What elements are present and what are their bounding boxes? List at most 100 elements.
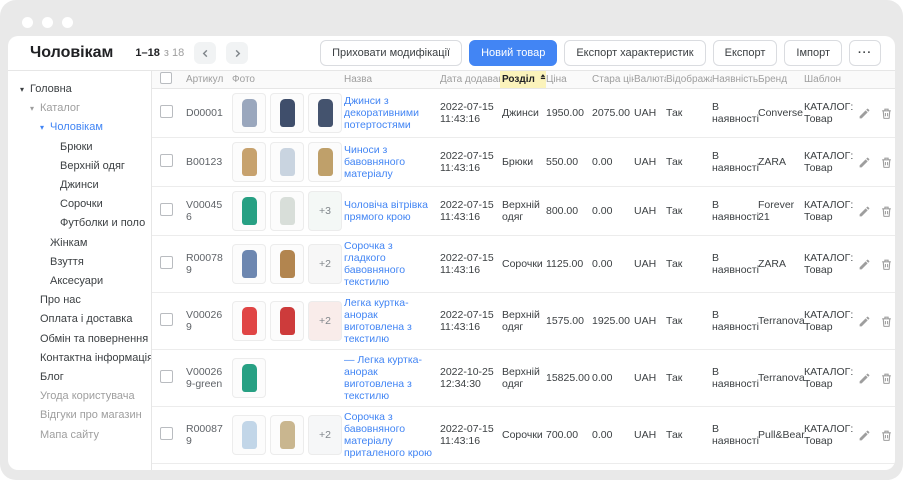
more-photos-badge[interactable]: +2 bbox=[308, 415, 342, 455]
sidebar-item[interactable]: Взуття bbox=[8, 253, 151, 272]
product-photo[interactable] bbox=[232, 415, 266, 455]
product-name-link[interactable]: — Легка куртка-анорак виготовлена з текс… bbox=[344, 350, 440, 406]
sidebar-item[interactable]: Сорочки bbox=[8, 195, 151, 214]
column-header-section-label: Розділ bbox=[502, 74, 535, 85]
product-name-link[interactable]: Сорочка з гладкого бавовняного текстилю bbox=[344, 236, 440, 292]
product-photo[interactable] bbox=[232, 93, 266, 133]
column-header-brand[interactable]: Бренд bbox=[758, 74, 804, 85]
window-control-dot[interactable] bbox=[42, 17, 53, 28]
table-row: V000269 +2 Легка куртка-анорак виготовле… bbox=[152, 293, 895, 350]
export-characteristics-button[interactable]: Експорт характеристик bbox=[564, 40, 705, 66]
prev-page-button[interactable] bbox=[194, 42, 216, 64]
sidebar-item[interactable]: Джинси bbox=[8, 176, 151, 195]
column-header-name[interactable]: Назва bbox=[344, 74, 440, 85]
product-photo[interactable] bbox=[308, 142, 342, 182]
template-cell: КАТАЛОГ: Товар bbox=[804, 195, 856, 227]
import-button[interactable]: Імпорт bbox=[784, 40, 842, 66]
edit-button[interactable] bbox=[858, 156, 871, 169]
template-cell: КАТАЛОГ: Товар bbox=[804, 146, 856, 178]
sidebar-item[interactable]: Угода користувача bbox=[8, 387, 151, 406]
product-name-link[interactable]: Чоловіча вітрівка прямого крою bbox=[344, 195, 440, 227]
delete-button[interactable] bbox=[880, 205, 893, 218]
product-photo[interactable] bbox=[270, 301, 304, 341]
delete-button[interactable] bbox=[880, 107, 893, 120]
delete-button[interactable] bbox=[880, 429, 893, 442]
product-photo[interactable] bbox=[270, 191, 304, 231]
product-photo[interactable] bbox=[270, 142, 304, 182]
column-header-date[interactable]: Дата додавання bbox=[440, 74, 502, 85]
product-photo[interactable] bbox=[270, 93, 304, 133]
select-all-cell bbox=[160, 72, 186, 87]
product-name-link[interactable]: Чиноси з бавовняного матеріалу bbox=[344, 140, 440, 184]
edit-button[interactable] bbox=[858, 315, 871, 328]
edit-button[interactable] bbox=[858, 429, 871, 442]
column-header-price[interactable]: Ціна bbox=[546, 74, 592, 85]
sidebar-item[interactable]: ▾ Чоловікам bbox=[8, 118, 151, 137]
column-header-template[interactable]: Шаблон bbox=[804, 74, 856, 85]
display-cell: Так bbox=[666, 311, 712, 331]
product-photo[interactable] bbox=[270, 415, 304, 455]
delete-button[interactable] bbox=[880, 258, 893, 271]
sidebar-item[interactable]: ▾ Головна bbox=[8, 80, 151, 99]
row-checkbox[interactable] bbox=[160, 105, 173, 118]
product-name-link[interactable]: Штани з бавовняного матеріалу прямого кр… bbox=[344, 464, 440, 470]
export-button[interactable]: Експорт bbox=[713, 40, 778, 66]
new-product-button[interactable]: Новий товар bbox=[469, 40, 557, 66]
product-name-link[interactable]: Сорочка з бавовняного матеріалу притален… bbox=[344, 407, 440, 463]
product-name-link[interactable]: Легка куртка-анорак виготовлена з тексти… bbox=[344, 293, 440, 349]
more-photos-badge[interactable]: +2 bbox=[308, 244, 342, 284]
row-checkbox[interactable] bbox=[160, 203, 173, 216]
row-checkbox[interactable] bbox=[160, 427, 173, 440]
sidebar-item[interactable]: Аксесуари bbox=[8, 272, 151, 291]
column-header-photo[interactable]: Фото bbox=[232, 74, 344, 85]
delete-button[interactable] bbox=[880, 372, 893, 385]
row-checkbox[interactable] bbox=[160, 370, 173, 383]
row-checkbox[interactable] bbox=[160, 256, 173, 269]
window-control-dot[interactable] bbox=[62, 17, 73, 28]
edit-button[interactable] bbox=[858, 107, 871, 120]
sidebar-item[interactable]: Блог bbox=[8, 368, 151, 387]
sidebar-item[interactable]: Верхній одяг bbox=[8, 157, 151, 176]
delete-button[interactable] bbox=[880, 156, 893, 169]
sidebar-item[interactable]: Відгуки про магазин bbox=[8, 406, 151, 425]
product-photo[interactable] bbox=[232, 358, 266, 398]
window-control-dot[interactable] bbox=[22, 17, 33, 28]
hide-modifications-button[interactable]: Приховати модифікації bbox=[320, 40, 462, 66]
row-checkbox[interactable] bbox=[160, 313, 173, 326]
product-photo[interactable] bbox=[308, 93, 342, 133]
edit-button[interactable] bbox=[858, 205, 871, 218]
more-photos-badge[interactable]: +2 bbox=[308, 301, 342, 341]
sidebar-item-label: Відгуки про магазин bbox=[40, 406, 142, 425]
product-photo[interactable] bbox=[232, 244, 266, 284]
sidebar-item[interactable]: Футболки и поло bbox=[8, 214, 151, 233]
product-photo[interactable] bbox=[232, 301, 266, 341]
edit-button[interactable] bbox=[858, 258, 871, 271]
row-checkbox[interactable] bbox=[160, 154, 173, 167]
select-all-checkbox[interactable] bbox=[160, 72, 172, 84]
more-actions-button[interactable]: ··· bbox=[849, 40, 881, 66]
sidebar-item[interactable]: ▾ Каталог bbox=[8, 99, 151, 118]
sidebar-item[interactable]: Про нас bbox=[8, 291, 151, 310]
sidebar-item[interactable]: Брюки bbox=[8, 138, 151, 157]
column-header-display[interactable]: Відображати bbox=[666, 74, 712, 85]
pencil-icon bbox=[858, 157, 871, 172]
sidebar-item[interactable]: Мапа сайту bbox=[8, 426, 151, 445]
product-photo[interactable] bbox=[232, 191, 266, 231]
column-header-currency[interactable]: Валюта bbox=[634, 74, 666, 85]
product-name-link[interactable]: Джинси з декоративними потертостями bbox=[344, 91, 440, 135]
old-price-cell: 0.00 bbox=[592, 425, 634, 445]
edit-button[interactable] bbox=[858, 372, 871, 385]
next-page-button[interactable] bbox=[226, 42, 248, 64]
column-header-section[interactable]: Розділ bbox=[500, 71, 546, 88]
column-header-stock[interactable]: Наявність bbox=[712, 74, 758, 85]
delete-button[interactable] bbox=[880, 315, 893, 328]
more-photos-badge[interactable]: +3 bbox=[308, 191, 342, 231]
column-header-sku[interactable]: Артикул bbox=[186, 74, 232, 85]
sidebar-item[interactable]: Жінкам bbox=[8, 234, 151, 253]
product-photo[interactable] bbox=[270, 244, 304, 284]
product-photo[interactable] bbox=[232, 142, 266, 182]
sidebar-item[interactable]: Обмін та повернення bbox=[8, 330, 151, 349]
column-header-old-price[interactable]: Стара ціна bbox=[592, 74, 634, 85]
sidebar-item[interactable]: Контактна інформація bbox=[8, 349, 151, 368]
sidebar-item[interactable]: Оплата і доставка bbox=[8, 310, 151, 329]
